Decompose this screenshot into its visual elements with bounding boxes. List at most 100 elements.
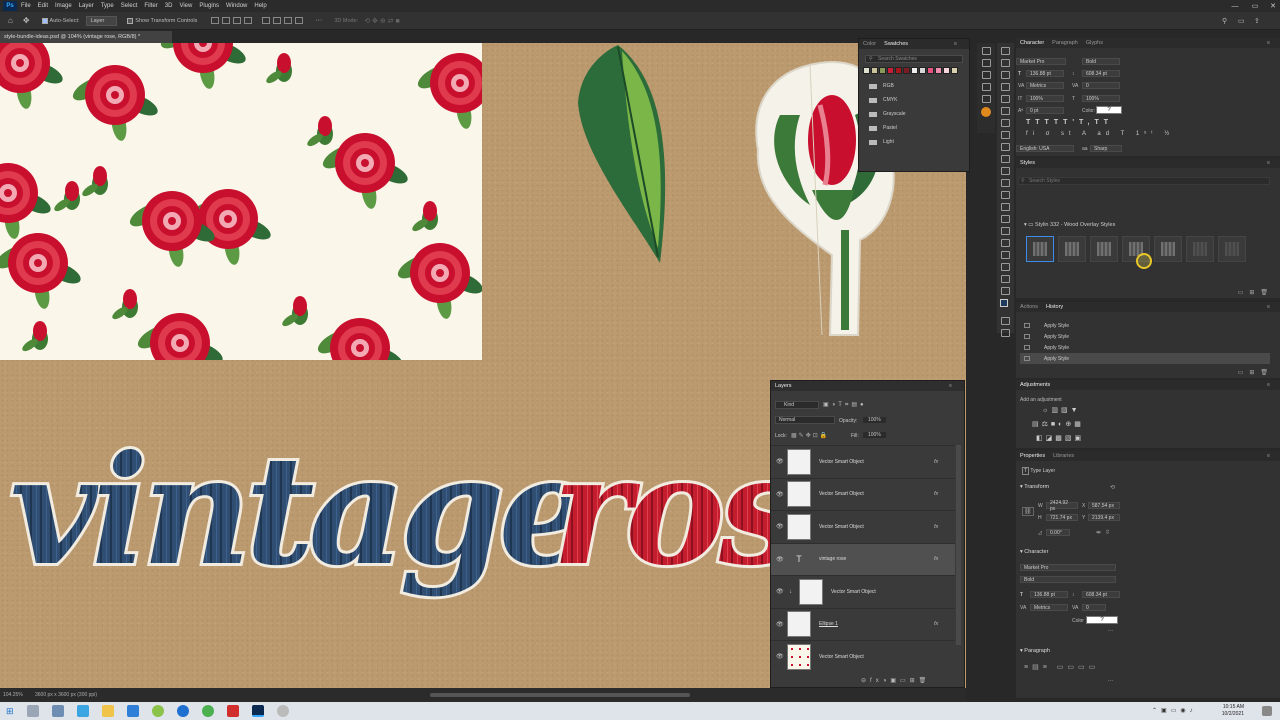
style-thumbnail[interactable]	[1218, 236, 1246, 262]
chrome-icon[interactable]	[201, 705, 214, 717]
layer-row[interactable]: 👁 ↓ Vector Smart Object	[771, 575, 955, 607]
clone-source-icon[interactable]	[981, 83, 991, 91]
shape-tool[interactable]	[1001, 263, 1010, 271]
style-thumbnail[interactable]	[1090, 236, 1118, 262]
brush-settings-icon[interactable]	[981, 71, 991, 79]
visibility-eye-icon[interactable]: 👁	[776, 491, 784, 498]
close-icon[interactable]: ✕	[1264, 0, 1280, 12]
tab-actions[interactable]: Actions	[1020, 304, 1038, 310]
frame-tool[interactable]	[1001, 107, 1010, 115]
tab-history[interactable]: History	[1046, 304, 1063, 310]
layer-filter-icons[interactable]: ▣◑T⌗▤●	[823, 401, 867, 409]
link-icon[interactable]: ⛓	[1022, 507, 1034, 516]
3d-icon[interactable]	[981, 47, 991, 55]
swatch-chip[interactable]	[887, 67, 894, 74]
swatch-folder-grayscale[interactable]: Grayscale	[859, 107, 969, 121]
filter-kind-dropdown[interactable]: Kind	[775, 401, 819, 409]
layer-row[interactable]: 👁 Ellipse 1 fx	[771, 607, 955, 640]
dodge-tool[interactable]	[1001, 215, 1010, 223]
plugin-icon[interactable]	[981, 107, 991, 117]
menu-plugins[interactable]: Plugins	[199, 3, 219, 9]
distribute-horizontal-icon[interactable]	[295, 17, 304, 24]
prop-font-family-field[interactable]: Market Pro	[1020, 564, 1116, 571]
menu-image[interactable]: Image	[55, 3, 72, 9]
swatch-folder-light[interactable]: Light	[859, 135, 969, 149]
color-swatches[interactable]	[1000, 299, 1012, 313]
system-tray-icons[interactable]: ⌃▣▭◉♪	[1152, 707, 1197, 714]
mail-icon[interactable]	[126, 705, 139, 717]
hand-tool[interactable]	[1001, 275, 1010, 283]
stamp-tool[interactable]	[1001, 155, 1010, 163]
styles-search-input[interactable]: ⚲ Search Styles	[1018, 177, 1270, 185]
font-family-field[interactable]: Market Pro	[1016, 58, 1066, 65]
tab-properties[interactable]: Properties	[1020, 453, 1045, 459]
settings-icon[interactable]	[76, 705, 89, 717]
swatch-folder-pastel[interactable]: Pastel	[859, 121, 969, 135]
prop-font-style-field[interactable]: Bold	[1020, 576, 1116, 583]
history-footer-icons[interactable]: ▭⊞🗑	[1238, 369, 1274, 376]
tab-libraries[interactable]: Libraries	[1053, 453, 1074, 459]
antialias-field[interactable]: Sharp	[1090, 145, 1122, 152]
lasso-tool[interactable]	[1001, 71, 1010, 79]
eyedropper-tool[interactable]	[1001, 119, 1010, 127]
task-view-icon[interactable]	[51, 705, 64, 717]
maximize-icon[interactable]: ▭	[1246, 0, 1264, 12]
app-icon[interactable]	[276, 705, 289, 717]
horizontal-scale-field[interactable]: 100%	[1082, 95, 1120, 102]
tracking-field[interactable]: 0	[1082, 82, 1120, 89]
prop-tracking-field[interactable]: 0	[1082, 604, 1106, 611]
visibility-eye-icon[interactable]: 👁	[776, 588, 784, 595]
history-brush-tool[interactable]	[1001, 167, 1010, 175]
align-center-icon[interactable]	[222, 17, 231, 24]
swatch-chip[interactable]	[863, 67, 870, 74]
search-icon[interactable]	[26, 705, 39, 717]
style-thumbnail[interactable]	[1058, 236, 1086, 262]
align-top-icon[interactable]	[244, 17, 253, 24]
layer-row[interactable]: 👁 Vector Smart Object fx	[771, 477, 955, 510]
opentype-buttons[interactable]: fi σ st A ad T 1ˢᵗ ½	[1026, 131, 1174, 137]
character-more[interactable]: ...	[1108, 627, 1113, 633]
clock[interactable]: 10:15 AM 10/2/2021	[1222, 704, 1244, 718]
character-section[interactable]: ▾ Character	[1020, 549, 1048, 555]
swatch-chip[interactable]	[943, 67, 950, 74]
illustrator-icon[interactable]	[226, 705, 239, 717]
swatch-folder-cmyk[interactable]: CMYK	[859, 93, 969, 107]
layer-row[interactable]: 👁 Vector Smart Object fx	[771, 445, 955, 477]
font-style-field[interactable]: Bold	[1082, 58, 1120, 65]
height-field[interactable]: 721.74 px	[1046, 514, 1078, 521]
layer-row[interactable]: 👁 Vector Smart Object fx	[771, 510, 955, 542]
flip-icons[interactable]: ⇹⇳	[1096, 529, 1114, 536]
history-item[interactable]: Apply Style	[1020, 331, 1270, 342]
style-group[interactable]: ▾ ▭ Stylin 332 - Wood Overlay Styles	[1024, 222, 1115, 228]
style-thumbnail[interactable]	[1154, 236, 1182, 262]
crop-tool[interactable]	[1001, 95, 1010, 103]
panel-menu-icon[interactable]: ≡	[1267, 304, 1270, 310]
auto-select-checkbox[interactable]: Auto-Select:	[41, 17, 80, 24]
blur-tool[interactable]	[1001, 203, 1010, 211]
auto-select-target-dropdown[interactable]: Layer	[85, 15, 118, 26]
visibility-eye-icon[interactable]: 👁	[776, 556, 784, 563]
healing-tool[interactable]	[1001, 131, 1010, 139]
menu-filter[interactable]: Filter	[144, 3, 157, 9]
opacity-value[interactable]: 100%	[863, 417, 886, 423]
minimize-icon[interactable]: —	[1226, 0, 1244, 12]
search-icon[interactable]: ⚲	[1222, 17, 1227, 25]
show-transform-checkbox[interactable]: Show Transform Controls	[127, 17, 197, 24]
swatch-chip[interactable]	[935, 67, 942, 74]
baseline-shift-field[interactable]: 0 pt	[1026, 107, 1064, 114]
share-icon[interactable]: ⇪	[1254, 17, 1260, 25]
edge-icon[interactable]	[176, 705, 189, 717]
foreground-color[interactable]	[1000, 299, 1008, 307]
type-tool[interactable]	[1001, 239, 1010, 247]
horizontal-scrollbar[interactable]	[430, 693, 690, 697]
layer-row[interactable]: 👁 Tvintage rose fx	[771, 542, 955, 575]
swatch-chip[interactable]	[903, 67, 910, 74]
prop-kerning-field[interactable]: Metrics	[1030, 604, 1068, 611]
panel-menu-icon[interactable]: ≡	[1267, 160, 1270, 166]
more-options-icon[interactable]: ···	[315, 17, 322, 24]
layers-footer-icons[interactable]: ⊖fx◑▣▭⊞🗑	[861, 677, 930, 684]
align-left-icon[interactable]	[211, 17, 220, 24]
reset-transform-icon[interactable]: ⟲	[1110, 484, 1115, 491]
styles-footer-icons[interactable]: ▭⊞🗑	[1238, 289, 1274, 296]
adjustment-icons-row-2[interactable]: ▤⚖■◐⊕▦	[1032, 420, 1084, 428]
